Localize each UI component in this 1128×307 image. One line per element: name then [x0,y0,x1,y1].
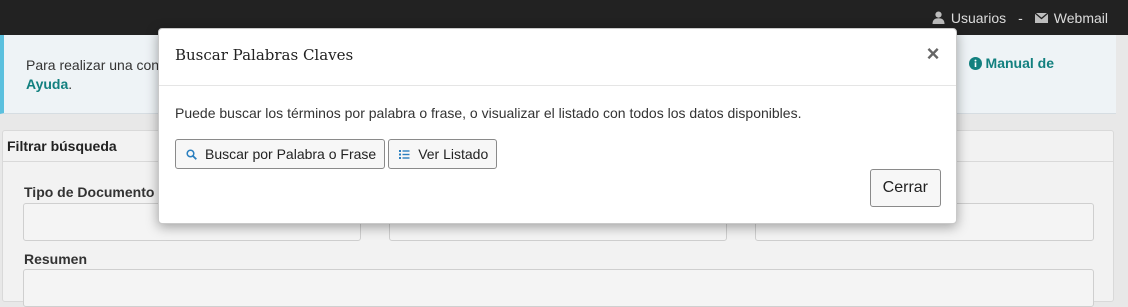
keyword-search-modal: Buscar Palabras Claves × Puede buscar lo… [158,28,957,224]
view-list-button[interactable]: Ver Listado [388,139,498,169]
list-icon [399,149,410,159]
close-icon[interactable]: × [924,43,942,65]
search-by-phrase-button[interactable]: Buscar por Palabra o Frase [175,139,386,169]
modal-description: Puede buscar los términos por palabra o … [175,105,802,121]
view-list-label: Ver Listado [418,146,489,162]
modal-header: Buscar Palabras Claves × [159,29,956,86]
search-icon [186,148,197,160]
modal-button-row: Buscar por Palabra o Frase Ver Listado [175,139,498,169]
modal-title: Buscar Palabras Claves [175,46,354,64]
search-by-phrase-label: Buscar por Palabra o Frase [205,146,377,162]
modal-body: Puede buscar los términos por palabra o … [175,105,935,169]
close-button[interactable]: Cerrar [869,169,941,207]
